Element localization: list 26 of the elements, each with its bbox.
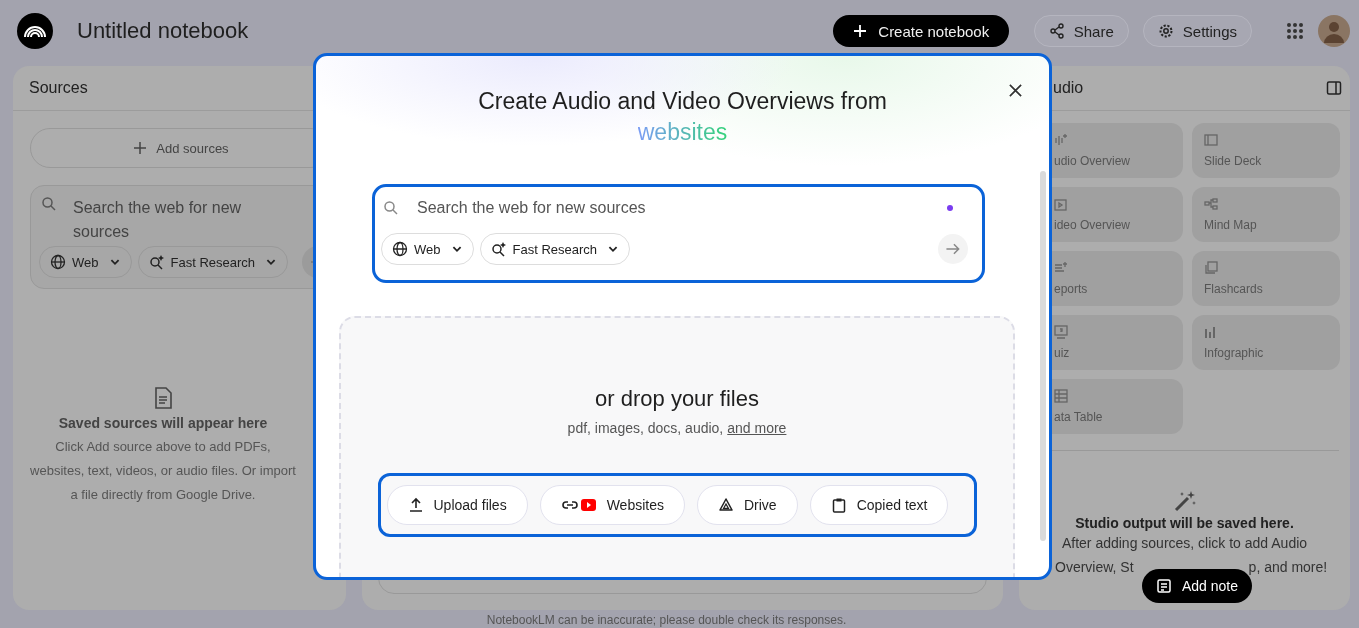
empty-state-text: After adding sources, click to add Audio — [1061, 534, 1308, 553]
source-type-button[interactable]: Websites — [539, 485, 685, 525]
settings-button[interactable]: Settings — [1142, 15, 1252, 47]
share-button[interactable]: Share — [1033, 15, 1129, 47]
filter-chip[interactable]: Web — [39, 246, 132, 278]
empty-state-title: Saved sources will appear here — [58, 415, 268, 431]
source-type-button[interactable]: Copied text — [809, 485, 949, 525]
dialog-title: Create Audio and Video Overviews from — [478, 88, 887, 115]
file-drop-zone[interactable]: or drop your files pdf, images, docs, audio, and more Upload files Websites Drive Copied text — [339, 316, 1015, 577]
disclaimer-text: NotebookLM can be inaccurate; please double check its responses. — [486, 613, 847, 627]
panel-title: udio — [1053, 79, 1084, 97]
filter-chip[interactable]: Web — [381, 233, 474, 265]
filter-chip[interactable]: Fast Research — [137, 246, 289, 278]
create-notebook-button[interactable]: Create notebook — [832, 15, 1009, 47]
source-type-button[interactable]: Upload files — [386, 485, 528, 525]
empty-state-text: Click Add source above to add PDFs, websites, text, videos, or audio files. Or import a file directly from Google Drive. — [29, 438, 297, 504]
search-field[interactable]: Search the web for new sources — [73, 196, 273, 244]
drop-zone-title: or drop your files — [595, 386, 759, 412]
and-more-link[interactable]: and more — [727, 420, 787, 436]
empty-state-title: Studio output will be saved here. — [1075, 515, 1294, 531]
filter-chip[interactable]: Fast Research — [479, 233, 631, 265]
source-type-button[interactable]: Drive — [697, 485, 798, 525]
panel-title: Sources — [29, 79, 88, 97]
file-types-text: pdf, images, docs, audio, — [567, 420, 724, 436]
empty-state-text: Overview, St — [1055, 558, 1134, 577]
notebook-title[interactable]: Untitled notebook — [77, 18, 249, 44]
